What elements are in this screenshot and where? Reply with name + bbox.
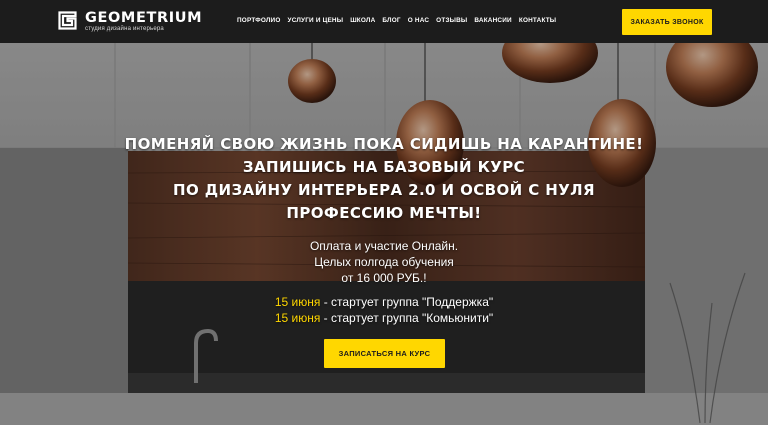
- group-start-support: 15 июня - стартует группа "Поддержка": [234, 294, 534, 310]
- group-starts: 15 июня - стартует группа "Поддержка" 15…: [234, 294, 534, 326]
- nav-item-contacts[interactable]: КОНТАКТЫ: [519, 16, 556, 25]
- headline-line: ПОМЕНЯЙ СВОЮ ЖИЗНЬ ПОКА СИДИШЬ НА КАРАНТ…: [124, 135, 644, 153]
- main-nav: ПОРТФОЛИО УСЛУГИ И ЦЕНЫ ШКОЛА БЛОГ О НАС…: [237, 16, 556, 25]
- order-call-button[interactable]: ЗАКАЗАТЬ ЗВОНОК: [622, 9, 712, 35]
- nav-item-blog[interactable]: БЛОГ: [382, 16, 400, 25]
- headline-line: ПРОФЕССИЮ МЕЧТЫ!: [286, 204, 482, 222]
- geometrium-logo-icon: [58, 11, 77, 30]
- start-text: - стартует группа "Поддержка": [320, 295, 494, 309]
- info-line: от 16 000 РУБ.!: [341, 271, 427, 285]
- nav-item-reviews[interactable]: ОТЗЫВЫ: [436, 16, 467, 25]
- nav-item-vacancies[interactable]: ВАКАНСИИ: [474, 16, 511, 25]
- headline-line: ЗАПИШИСЬ НА БАЗОВЫЙ КУРС: [242, 158, 526, 176]
- hero-headline: ПОМЕНЯЙ СВОЮ ЖИЗНЬ ПОКА СИДИШЬ НА КАРАНТ…: [84, 133, 684, 225]
- start-text: - стартует группа "Комьюнити": [320, 311, 494, 325]
- enroll-course-button[interactable]: ЗАПИСАТЬСЯ НА КУРС: [324, 339, 445, 368]
- course-info: Оплата и участие Онлайн. Целых полгода о…: [234, 238, 534, 286]
- nav-item-services[interactable]: УСЛУГИ И ЦЕНЫ: [288, 16, 344, 25]
- logo-tagline: студия дизайна интерьера: [85, 26, 164, 32]
- start-date: 15 июня: [274, 295, 321, 309]
- nav-item-school[interactable]: ШКОЛА: [350, 16, 375, 25]
- group-start-community: 15 июня - стартует группа "Комьюнити": [234, 310, 534, 326]
- info-line: Оплата и участие Онлайн.: [309, 239, 459, 253]
- logo-name: GEOMETRIUM: [85, 10, 203, 26]
- site-header: GEOMETRIUM студия дизайна интерьера ПОРТ…: [0, 0, 768, 43]
- logo[interactable]: GEOMETRIUM студия дизайна интерьера: [58, 9, 228, 35]
- nav-item-portfolio[interactable]: ПОРТФОЛИО: [237, 16, 281, 25]
- nav-item-about[interactable]: О НАС: [408, 16, 429, 25]
- headline-line: ПО ДИЗАЙНУ ИНТЕРЬЕРА 2.0 И ОСВОЙ С НУЛЯ: [173, 181, 595, 199]
- start-date: 15 июня: [274, 311, 321, 325]
- info-line: Целых полгода обучения: [314, 255, 454, 269]
